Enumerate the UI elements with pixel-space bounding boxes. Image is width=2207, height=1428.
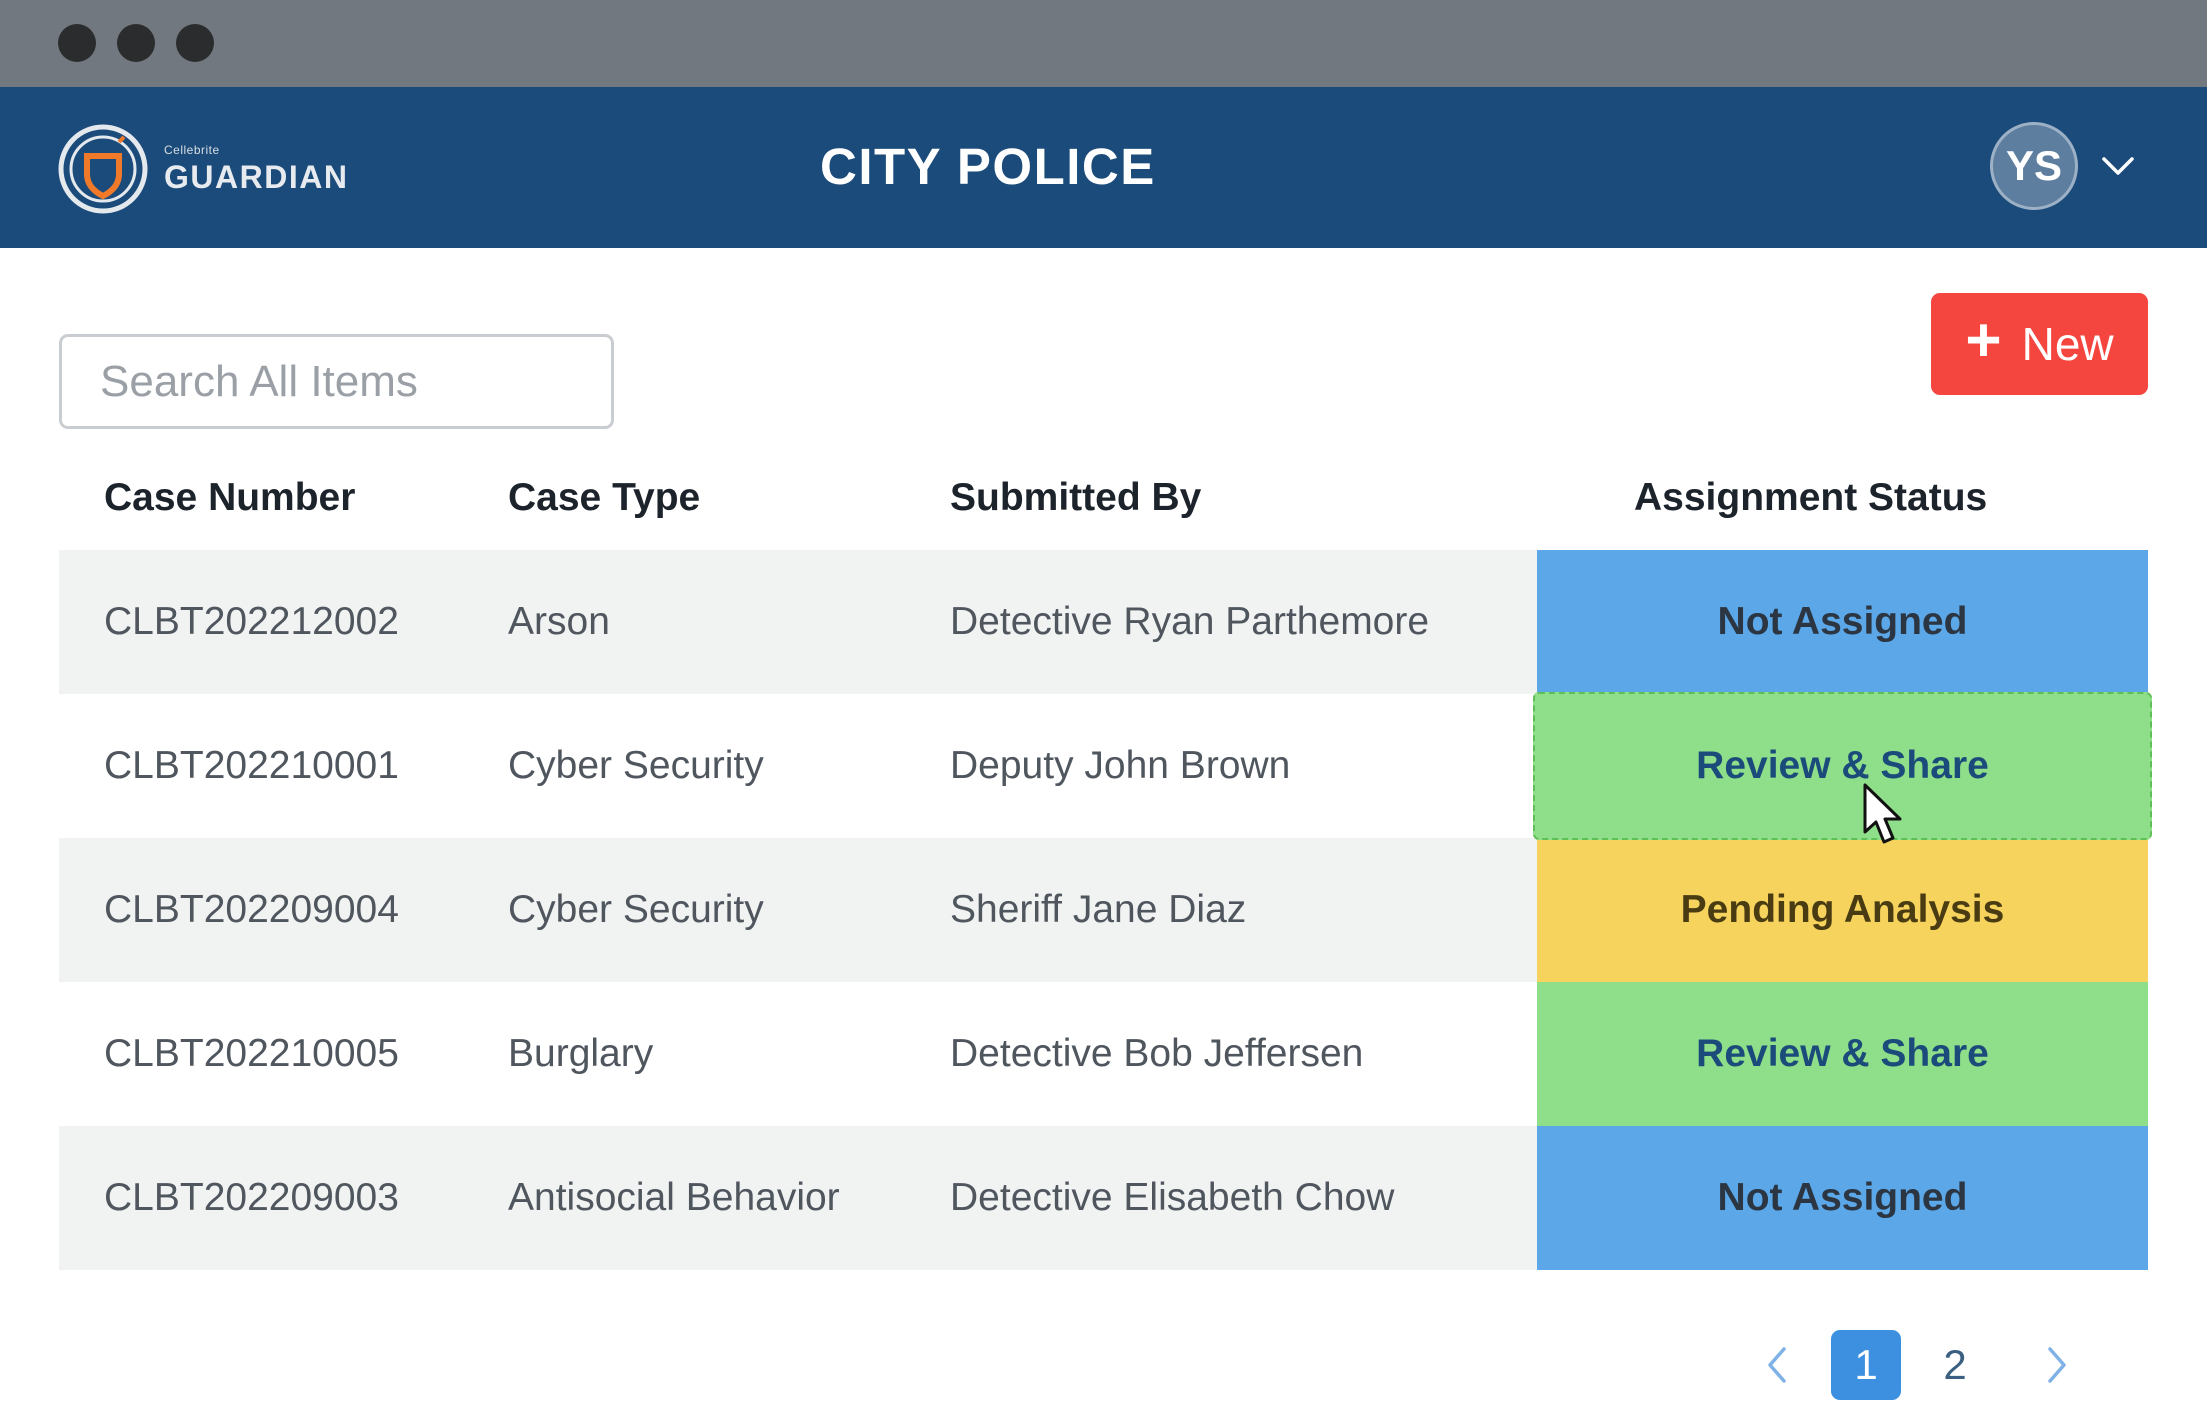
- user-avatar[interactable]: YS: [1990, 122, 2078, 210]
- submitted-by-cell: Deputy John Brown: [950, 744, 1291, 787]
- table-row[interactable]: CLBT202212002 Arson Detective Ryan Parth…: [59, 550, 2148, 694]
- case-type-cell: Cyber Security: [508, 744, 764, 787]
- app-window: Cellebrite GUARDIAN CITY POLICE YS Searc…: [0, 0, 2207, 1428]
- guardian-logo-icon: [58, 124, 148, 214]
- column-header-case-number[interactable]: Case Number: [104, 460, 355, 550]
- new-button-label: New: [2021, 318, 2114, 370]
- submitted-by-cell: Sheriff Jane Diaz: [950, 888, 1247, 931]
- case-number-cell: CLBT202212002: [104, 600, 399, 643]
- submitted-by-cell: Detective Elisabeth Chow: [950, 1176, 1395, 1219]
- case-type-cell: Burglary: [508, 1032, 654, 1075]
- case-number-cell: CLBT202210005: [104, 1032, 399, 1075]
- page-title: CITY POLICE: [820, 138, 1156, 195]
- case-number-cell: CLBT202209003: [104, 1176, 399, 1219]
- cases-table: Case Number Case Type Submitted By Assig…: [59, 460, 2152, 1270]
- case-number-cell: CLBT202209004: [104, 888, 399, 931]
- search-input[interactable]: Search All Items: [59, 334, 614, 429]
- window-titlebar: [0, 0, 2207, 87]
- status-badge[interactable]: Pending Analysis: [1537, 838, 2148, 982]
- chevron-left-icon[interactable]: [1762, 1332, 1792, 1398]
- submitted-by-cell: Detective Bob Jeffersen: [950, 1032, 1364, 1075]
- window-maximize-button[interactable]: [176, 24, 214, 62]
- status-badge[interactable]: Review & Share: [1537, 982, 2148, 1126]
- chevron-right-icon[interactable]: [2042, 1332, 2072, 1398]
- logo-wordmark: GUARDIAN: [164, 158, 349, 195]
- window-minimize-button[interactable]: [117, 24, 155, 62]
- case-type-cell: Antisocial Behavior: [508, 1176, 840, 1219]
- chevron-down-icon[interactable]: [2100, 151, 2136, 181]
- table-row[interactable]: CLBT202210001 Cyber Security Deputy John…: [59, 692, 2152, 840]
- new-button[interactable]: + New: [1931, 293, 2148, 395]
- table-row[interactable]: CLBT202209004 Cyber Security Sheriff Jan…: [59, 838, 2148, 982]
- logo[interactable]: Cellebrite GUARDIAN: [56, 119, 348, 219]
- window-close-button[interactable]: [58, 24, 96, 62]
- column-header-case-type[interactable]: Case Type: [508, 460, 700, 550]
- column-header-assignment-status[interactable]: Assignment Status: [1634, 460, 1987, 550]
- table-row[interactable]: CLBT202210005 Burglary Detective Bob Jef…: [59, 982, 2148, 1126]
- case-type-cell: Cyber Security: [508, 888, 764, 931]
- table-row[interactable]: CLBT202209003 Antisocial Behavior Detect…: [59, 1126, 2148, 1270]
- plus-icon: +: [1965, 306, 2002, 375]
- column-header-submitted-by[interactable]: Submitted By: [950, 460, 1201, 550]
- status-badge[interactable]: Not Assigned: [1537, 550, 2148, 694]
- status-badge[interactable]: Not Assigned: [1537, 1126, 2148, 1270]
- page-1-button[interactable]: 1: [1831, 1330, 1901, 1400]
- app-header: Cellebrite GUARDIAN CITY POLICE YS: [0, 87, 2207, 248]
- table-header: Case Number Case Type Submitted By Assig…: [59, 460, 2148, 550]
- mouse-cursor-icon: [1863, 783, 1902, 844]
- submitted-by-cell: Detective Ryan Parthemore: [950, 600, 1430, 643]
- case-number-cell: CLBT202210001: [104, 744, 399, 787]
- case-type-cell: Arson: [508, 600, 610, 643]
- logo-subtext: Cellebrite: [164, 142, 220, 157]
- status-badge[interactable]: Review & Share: [1533, 692, 2152, 840]
- page-2-button[interactable]: 2: [1920, 1330, 1990, 1400]
